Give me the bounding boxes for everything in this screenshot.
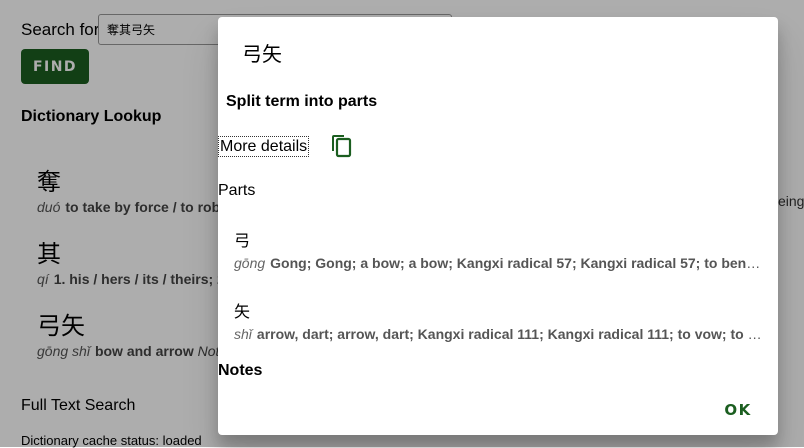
part-definition: Gong; Gong; a bow; a bow; Kangxi radical… xyxy=(270,255,762,271)
part-pinyin: gōng xyxy=(234,255,266,271)
part-gloss: shǐ arrow, dart; arrow, dart; Kangxi radi… xyxy=(234,326,762,342)
notes-heading: Notes xyxy=(218,362,263,379)
part-item[interactable]: 矢 shǐ arrow, dart; arrow, dart; Kangxi ra… xyxy=(234,298,762,342)
parts-heading: Parts xyxy=(218,182,256,199)
part-definition: arrow, dart; arrow, dart; Kangxi radical… xyxy=(256,326,762,342)
part-pinyin: shǐ xyxy=(234,326,252,342)
dialog-title: 弓矢 xyxy=(242,42,282,66)
ok-button[interactable]: OK xyxy=(716,394,760,426)
part-gloss: gōng Gong; Gong; a bow; a bow; Kangxi rad… xyxy=(234,255,762,271)
part-character: 矢 xyxy=(234,302,251,321)
split-term-dialog: 弓矢 Split term into parts More details Pa… xyxy=(218,17,778,435)
content-copy-icon[interactable] xyxy=(330,132,354,158)
part-character: 弓 xyxy=(234,231,251,250)
part-item[interactable]: 弓 gōng Gong; Gong; a bow; a bow; Kangxi r… xyxy=(234,227,762,271)
dialog-subtitle: Split term into parts xyxy=(226,93,378,110)
more-details-link[interactable]: More details xyxy=(218,136,310,157)
